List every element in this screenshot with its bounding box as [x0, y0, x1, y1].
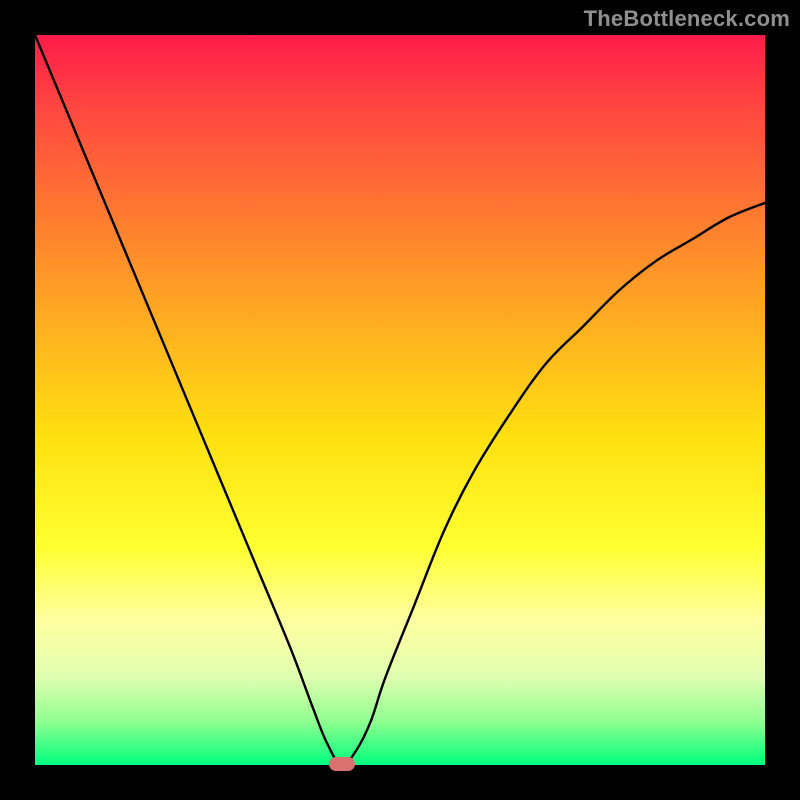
chart-frame: TheBottleneck.com [0, 0, 800, 800]
plot-area [35, 35, 765, 765]
optimal-marker [329, 757, 355, 771]
watermark-text: TheBottleneck.com [584, 6, 790, 32]
bottleneck-curve [35, 35, 765, 765]
